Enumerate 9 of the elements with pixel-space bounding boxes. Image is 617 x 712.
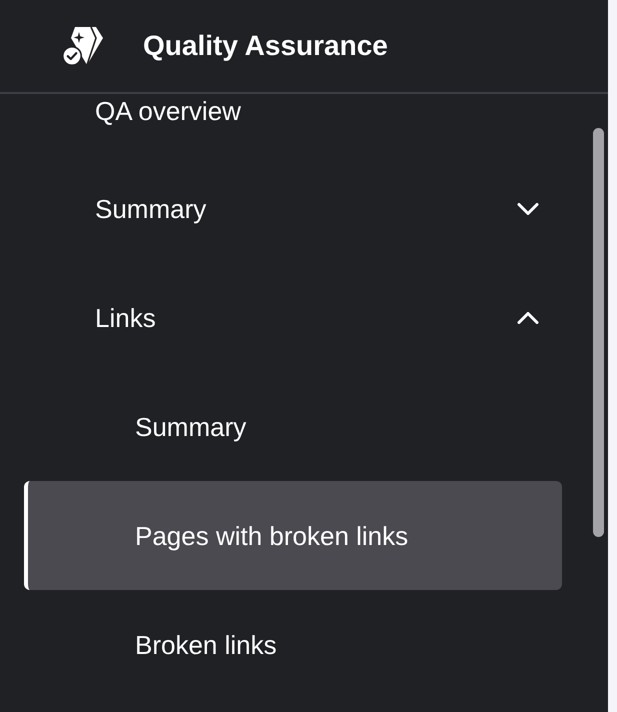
nav-item[interactable]: Summary — [24, 154, 562, 263]
nav-subitem[interactable]: Summary — [24, 372, 562, 481]
gem-check-icon — [62, 26, 104, 66]
scrollbar-thumb[interactable] — [593, 128, 604, 537]
app-title: Quality Assurance — [143, 32, 388, 60]
nav-item[interactable]: Links — [24, 263, 562, 372]
nav-subitem[interactable]: Pages with broken links — [24, 481, 562, 590]
nav-subitem[interactable]: Broken links — [24, 590, 562, 699]
nav-item[interactable]: QA overview — [24, 94, 562, 154]
